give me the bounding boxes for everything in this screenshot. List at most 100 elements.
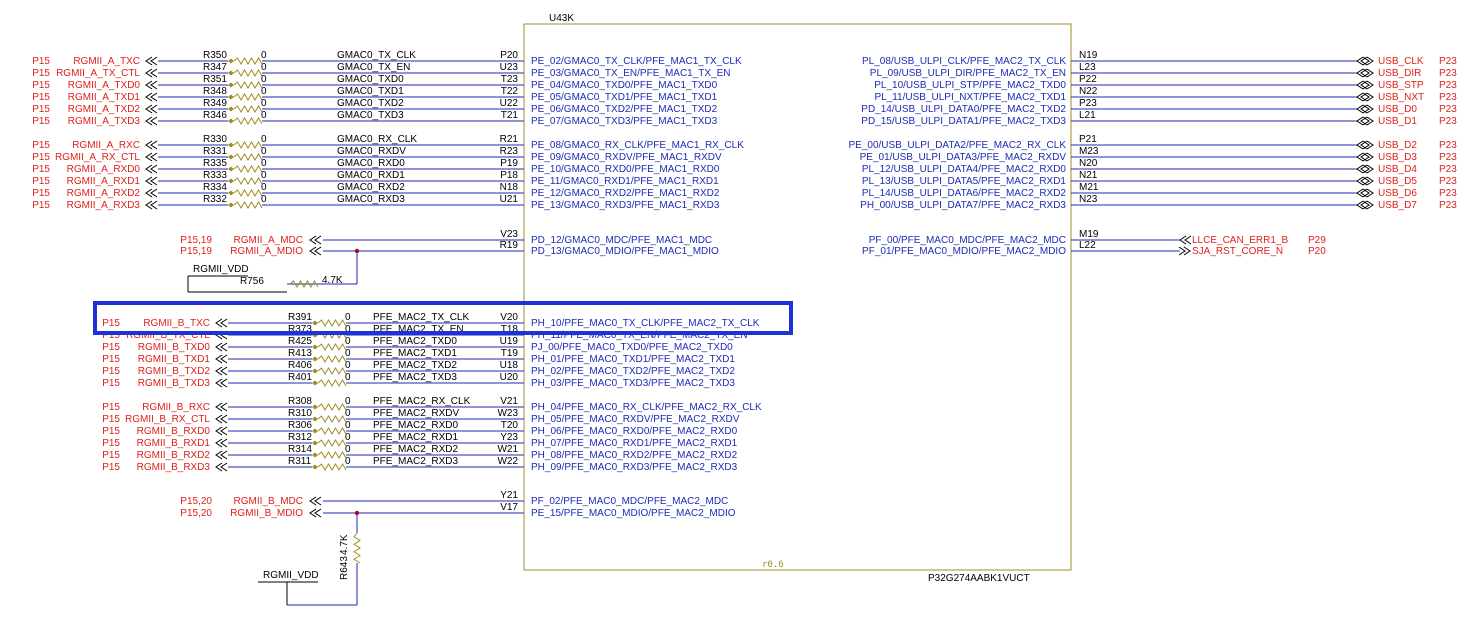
port-label: USB_D0 xyxy=(1378,104,1417,115)
page-ref: P23 xyxy=(1439,140,1457,151)
page-ref: P23 xyxy=(1439,164,1457,175)
resistor-symbol xyxy=(233,81,263,89)
bidir-connector xyxy=(1356,80,1374,90)
pin-number: W21 xyxy=(497,444,518,455)
page-ref: P15 xyxy=(32,200,50,211)
pin-number: P20 xyxy=(500,50,518,61)
power-rail-label: RGMII_VDD xyxy=(263,570,319,581)
pin-number: P23 xyxy=(1079,98,1097,109)
resistor-value: 4.7K xyxy=(322,275,343,286)
pin-function: PE_11/GMAC0_RXD1/PFE_MAC1_RXD1 xyxy=(531,176,719,187)
resistor-symbol xyxy=(317,451,347,459)
pin-function: PF_01/PFE_MAC0_MDIO/PFE_MAC2_MDIO xyxy=(862,246,1066,257)
page-ref: P23 xyxy=(1439,116,1457,127)
offpage-connector xyxy=(1179,235,1192,245)
offpage-connector xyxy=(145,200,158,210)
resistor-value: 0 xyxy=(345,456,351,467)
resistor-symbol xyxy=(317,379,347,387)
pin-number: L23 xyxy=(1079,62,1096,73)
pin-number: R21 xyxy=(500,134,519,145)
resistor-symbol xyxy=(317,355,347,363)
net-label: GMAC0_RXD1 xyxy=(337,170,405,181)
port-label: SJA_RST_CORE_N xyxy=(1192,246,1283,257)
port-label: RGMII_B_TXD0 xyxy=(138,342,211,353)
page-ref: P23 xyxy=(1439,152,1457,163)
pin-function: PE_07/GMAC0_TXD3/PFE_MAC1_TXD3 xyxy=(531,116,718,127)
port-label: RGMII_A_TXD2 xyxy=(68,104,141,115)
pin-function: PE_10/GMAC0_RXD0/PFE_MAC1_RXD0 xyxy=(531,164,720,175)
page-ref: P15 xyxy=(102,450,120,461)
offpage-connector xyxy=(215,378,228,388)
net-label: GMAC0_TXD1 xyxy=(337,86,404,97)
offpage-connector xyxy=(309,496,322,506)
resistor-symbol xyxy=(233,117,263,125)
net-label: PFE_MAC2_TXD2 xyxy=(373,360,457,371)
resistor-value: 4.7K xyxy=(339,534,350,555)
port-label: RGMII_A_RXD0 xyxy=(67,164,141,175)
port-label: USB_NXT xyxy=(1378,92,1424,103)
port-label: RGMII_A_RX_CTL xyxy=(55,152,140,163)
page-ref: P15,19 xyxy=(180,246,212,257)
resistor-refdes: R406 xyxy=(288,360,312,371)
pin-number: R23 xyxy=(500,146,519,157)
resistor-value: 0 xyxy=(345,312,351,323)
port-label: USB_D4 xyxy=(1378,164,1417,175)
resistor-pin-mark xyxy=(312,356,318,362)
resistor-symbol xyxy=(233,69,263,77)
page-ref: P15 xyxy=(32,116,50,127)
port-label: USB_STP xyxy=(1378,80,1424,91)
pin-number: T20 xyxy=(501,420,519,431)
resistor-value: 0 xyxy=(345,372,351,383)
resistor-value: 0 xyxy=(345,444,351,455)
page-ref: P15 xyxy=(32,152,50,163)
resistor-refdes: R349 xyxy=(203,98,227,109)
offpage-connector xyxy=(145,116,158,126)
port-label: LLCE_CAN_ERR1_B xyxy=(1192,235,1288,246)
pin-number: W23 xyxy=(497,408,518,419)
pin-function: PL_13/USB_ULPI_DATA5/PFE_MAC2_RXD1 xyxy=(862,176,1067,187)
page-ref: P15 xyxy=(102,402,120,413)
bidir-connector xyxy=(1356,68,1374,78)
chip-part-number: P32G274AABK1VUCT xyxy=(928,573,1030,584)
pin-number: M21 xyxy=(1079,182,1099,193)
page-ref: P15 xyxy=(32,92,50,103)
offpage-connector xyxy=(145,56,158,66)
port-label: RGMII_B_TXC xyxy=(143,318,210,329)
offpage-connector xyxy=(215,354,228,364)
page-ref: P15 xyxy=(32,56,50,67)
resistor-pin-mark xyxy=(228,106,234,112)
pin-function: PE_15/PFE_MAC0_MDIO/PFE_MAC2_MDIO xyxy=(531,508,736,519)
resistor-symbol xyxy=(233,57,263,65)
net-label: GMAC0_RX_CLK xyxy=(337,134,417,145)
resistor-pin-mark xyxy=(228,178,234,184)
offpage-connector xyxy=(145,68,158,78)
bidir-connector xyxy=(1356,152,1374,162)
pin-function: PE_08/GMAC0_RX_CLK/PFE_MAC1_RX_CLK xyxy=(531,140,744,151)
resistor-value: 0 xyxy=(345,348,351,359)
resistor-symbol xyxy=(317,403,347,411)
resistor-pin-mark xyxy=(312,464,318,470)
net-label: GMAC0_TX_EN xyxy=(337,62,410,73)
offpage-connector xyxy=(145,152,158,162)
net-label: PFE_MAC2_TXD1 xyxy=(373,348,457,359)
port-label: RGMII_A_MDIO xyxy=(230,246,303,257)
resistor-refdes: R331 xyxy=(203,146,227,157)
resistor-pin-mark xyxy=(228,190,234,196)
resistor-value: 0 xyxy=(261,98,267,109)
page-ref: P15 xyxy=(102,462,120,473)
pin-function: PE_13/GMAC0_RXD3/PFE_MAC1_RXD3 xyxy=(531,200,720,211)
resistor-pin-mark xyxy=(312,368,318,374)
resistor-pin-mark xyxy=(228,118,234,124)
page-ref: P15 xyxy=(102,438,120,449)
offpage-connector xyxy=(145,140,158,150)
pin-number: U22 xyxy=(500,98,519,109)
resistor-refdes: R756 xyxy=(240,276,264,287)
pin-number: P22 xyxy=(1079,74,1097,85)
resistor-value: 0 xyxy=(261,194,267,205)
port-label: USB_CLK xyxy=(1378,56,1424,67)
port-label: RGMII_B_RXD0 xyxy=(137,426,211,437)
resistor-pin-mark xyxy=(228,166,234,172)
pin-number: V17 xyxy=(500,502,518,513)
port-label: RGMII_B_RXD1 xyxy=(137,438,211,449)
resistor-value: 0 xyxy=(261,158,267,169)
